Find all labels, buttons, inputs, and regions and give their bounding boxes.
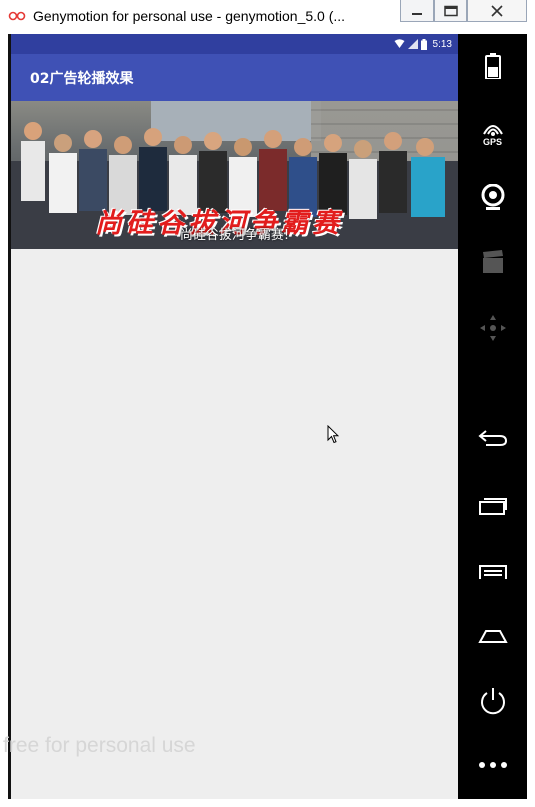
back-button[interactable] — [458, 410, 527, 466]
minimize-icon — [412, 12, 422, 15]
battery-icon — [484, 53, 501, 79]
media-icon — [482, 250, 503, 273]
media-button[interactable] — [458, 234, 527, 290]
close-button[interactable] — [467, 0, 527, 22]
maximize-button[interactable] — [434, 0, 467, 22]
home-button[interactable] — [458, 608, 527, 664]
genymotion-logo-icon — [8, 11, 26, 21]
battery-icon — [420, 38, 427, 50]
status-time: 5:13 — [432, 38, 452, 50]
menu-icon — [478, 565, 507, 579]
gps-icon — [482, 124, 503, 136]
app-title: 02广告轮播效果 — [30, 71, 134, 87]
dpad-icon — [479, 315, 506, 341]
mouse-cursor-icon — [327, 425, 339, 444]
more-icon — [478, 762, 507, 768]
watermark: free for personal use — [3, 734, 196, 757]
webcam-button[interactable] — [458, 170, 527, 226]
recent-apps-icon — [478, 498, 507, 515]
status-icons: 5:13 — [394, 37, 452, 51]
android-screen[interactable]: 5:13 02广告轮播效果 尚硅谷拔河争霸赛 尚硅谷拔河争霸赛! — [11, 34, 458, 799]
frame-left — [0, 34, 8, 807]
frame-bottom — [0, 799, 535, 807]
gps-button[interactable]: GPS — [458, 106, 527, 162]
window-title: Genymotion for personal use - genymotion… — [33, 8, 346, 24]
banner-caption: 尚硅谷拔河争霸赛! — [179, 228, 290, 243]
ad-banner[interactable]: 尚硅谷拔河争霸赛 尚硅谷拔河争霸赛! — [11, 101, 458, 249]
recent-apps-button[interactable] — [458, 478, 527, 534]
frame-right — [527, 34, 535, 807]
close-icon — [491, 4, 503, 17]
status-bar: 5:13 — [11, 34, 458, 54]
battery-button[interactable] — [458, 38, 527, 94]
dpad-button[interactable] — [458, 300, 527, 356]
minimize-button[interactable] — [400, 0, 434, 22]
genymotion-side-panel: GPS — [458, 34, 527, 799]
gps-label: GPS — [482, 136, 502, 147]
home-icon — [477, 630, 508, 643]
wifi-icon — [394, 39, 405, 48]
power-icon — [480, 688, 505, 715]
power-button[interactable] — [458, 672, 527, 728]
maximize-icon — [443, 5, 458, 16]
signal-icon — [407, 39, 418, 49]
back-icon — [477, 430, 507, 446]
webcam-icon — [481, 184, 504, 210]
window-titlebar: Genymotion for personal use - genymotion… — [0, 0, 535, 35]
more-button[interactable] — [458, 737, 527, 793]
app-bar: 02广告轮播效果 — [11, 54, 458, 101]
menu-button[interactable] — [458, 544, 527, 600]
banner-indicator — [11, 242, 458, 249]
